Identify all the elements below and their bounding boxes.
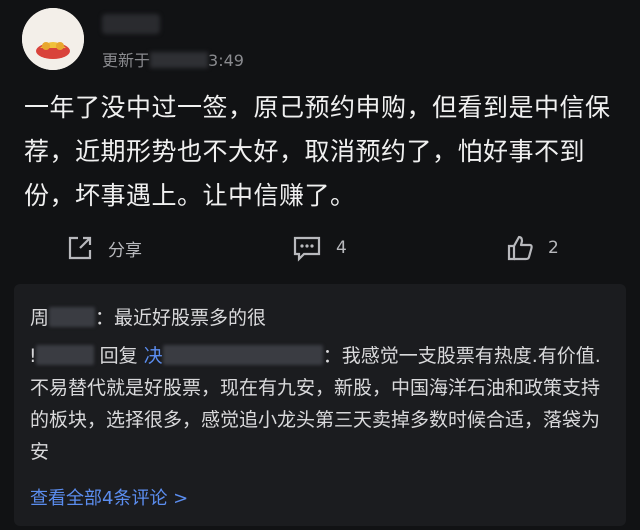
author-mask — [49, 307, 96, 327]
like-count: 2 — [548, 238, 559, 258]
reply-word: 回复 — [99, 345, 138, 367]
author-mask — [35, 345, 94, 365]
reply-author[interactable]: 周 — [30, 307, 49, 329]
reply-text: ：最近好股票多的很 — [95, 307, 267, 329]
reply-author[interactable]: ǃ — [30, 345, 36, 367]
share-icon — [68, 236, 92, 260]
comment-icon — [293, 236, 321, 262]
share-button[interactable]: 分享 — [66, 228, 142, 268]
action-bar: 分享 4 2 — [0, 228, 640, 268]
updated-prefix: 更新于 — [102, 51, 151, 70]
updated-time: 更新于 3:49 — [102, 47, 244, 71]
post-header: 更新于 3:49 — [0, 0, 640, 80]
comment-button[interactable]: 4 — [292, 228, 347, 268]
reply-item[interactable]: 周 ：最近好股票多的很 — [30, 302, 266, 334]
reply-panel: 周 ：最近好股票多的很 ǃ 回复 决：我感觉一支股票有热度.有价值.不易替代就是好… — [14, 284, 626, 526]
reply-target[interactable]: 决 — [144, 345, 163, 367]
updated-suffix: 3:49 — [208, 51, 244, 70]
avatar[interactable] — [22, 8, 84, 70]
reply-item[interactable]: ǃ 回复 决：我感觉一支股票有热度.有价值.不易替代就是好股票，现在有九安，新股… — [30, 340, 610, 468]
thumbs-up-icon — [507, 235, 533, 261]
avatar-image — [22, 8, 84, 70]
post-content: 一年了没中过一签，原己预约申购，但看到是中信保荐，近期形势也不大好，取消预约了，… — [24, 93, 611, 210]
comment-count: 4 — [336, 238, 347, 258]
target-mask — [162, 345, 323, 365]
share-label: 分享 — [108, 240, 142, 261]
time-mask — [150, 52, 209, 68]
username-masked[interactable] — [102, 14, 160, 34]
like-button[interactable]: 2 — [506, 228, 559, 268]
view-all-comments-link[interactable]: 查看全部4条评论 > — [30, 484, 188, 510]
